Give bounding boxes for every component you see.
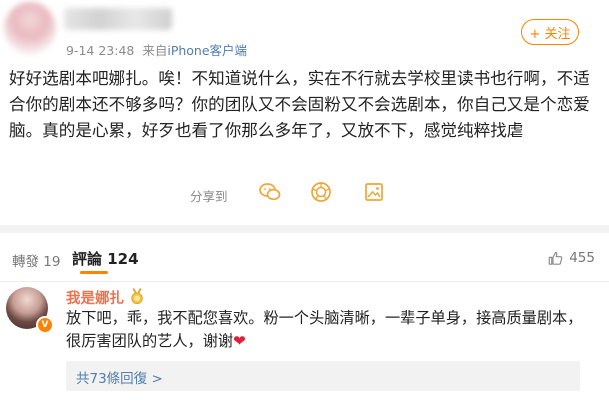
share-label: 分享到 — [190, 189, 228, 204]
post-timestamp: 9-14 23:48 — [66, 43, 135, 58]
tab-likes-count: 455 — [569, 250, 595, 266]
poster-name-blurred[interactable] — [64, 8, 172, 30]
view-replies-link[interactable]: 共73條回復 > — [76, 367, 163, 387]
tab-forward-label: 轉發 — [12, 254, 39, 270]
tab-likes[interactable]: 455 — [548, 250, 595, 266]
tab-forward-count: 19 — [43, 254, 61, 270]
tab-comments-label: 評論 — [72, 250, 103, 268]
tab-forward[interactable]: 轉發 19 — [12, 250, 60, 270]
active-tab-indicator — [80, 271, 108, 274]
save-image-icon[interactable] — [362, 180, 386, 204]
post-source[interactable]: iPhone客户端 — [167, 43, 247, 58]
follow-button[interactable]: + 关注 — [521, 19, 579, 45]
verified-badge-icon: V — [36, 316, 54, 334]
tab-comments-count: 124 — [107, 250, 139, 268]
post-text: 好好选剧本吧娜扎。唉！不知道说什么，实在不行就去学校里读书也行啊，不适合你的剧本… — [9, 69, 590, 140]
poster-avatar[interactable] — [4, 2, 56, 54]
comment-body: 放下吧，乖，我不配您喜欢。粉一个头脑清晰，一辈子单身，接高质量剧本，很厉害团队的… — [66, 309, 583, 350]
moments-icon[interactable] — [309, 180, 333, 204]
tab-comments[interactable]: 評論 124 — [72, 248, 139, 269]
medal-icon — [131, 288, 143, 305]
section-divider — [0, 225, 609, 233]
wechat-icon[interactable] — [258, 180, 282, 204]
comment-text: 放下吧，乖，我不配您喜欢。粉一个头脑清晰，一辈子单身，接高质量剧本，很厉害团队的… — [66, 307, 596, 353]
post-source-prefix: 来自 — [142, 43, 168, 58]
commenter-name[interactable]: 我是娜扎 — [66, 287, 124, 308]
like-icon — [548, 251, 563, 265]
post-meta: 9-14 23:48 来自iPhone客户端 — [66, 40, 247, 59]
heart-emoji: ❤ — [233, 332, 246, 350]
